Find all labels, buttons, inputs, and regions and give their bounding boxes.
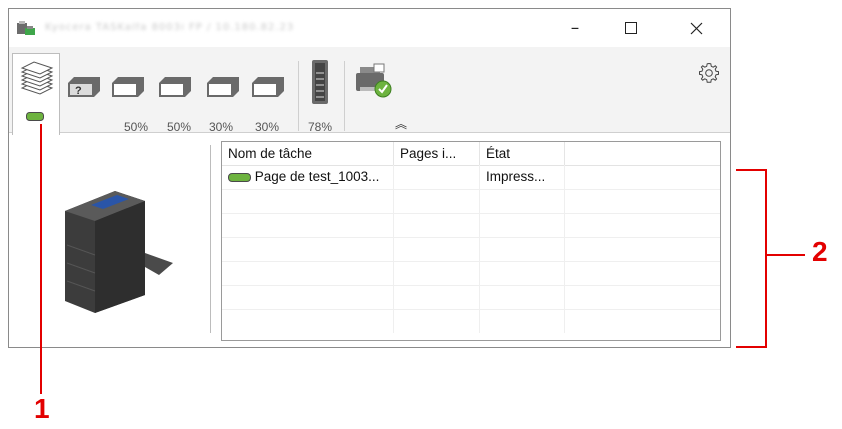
callout-lines <box>40 124 805 394</box>
callout-label-1: 1 <box>34 393 50 424</box>
callout-label-2: 2 <box>812 236 828 267</box>
